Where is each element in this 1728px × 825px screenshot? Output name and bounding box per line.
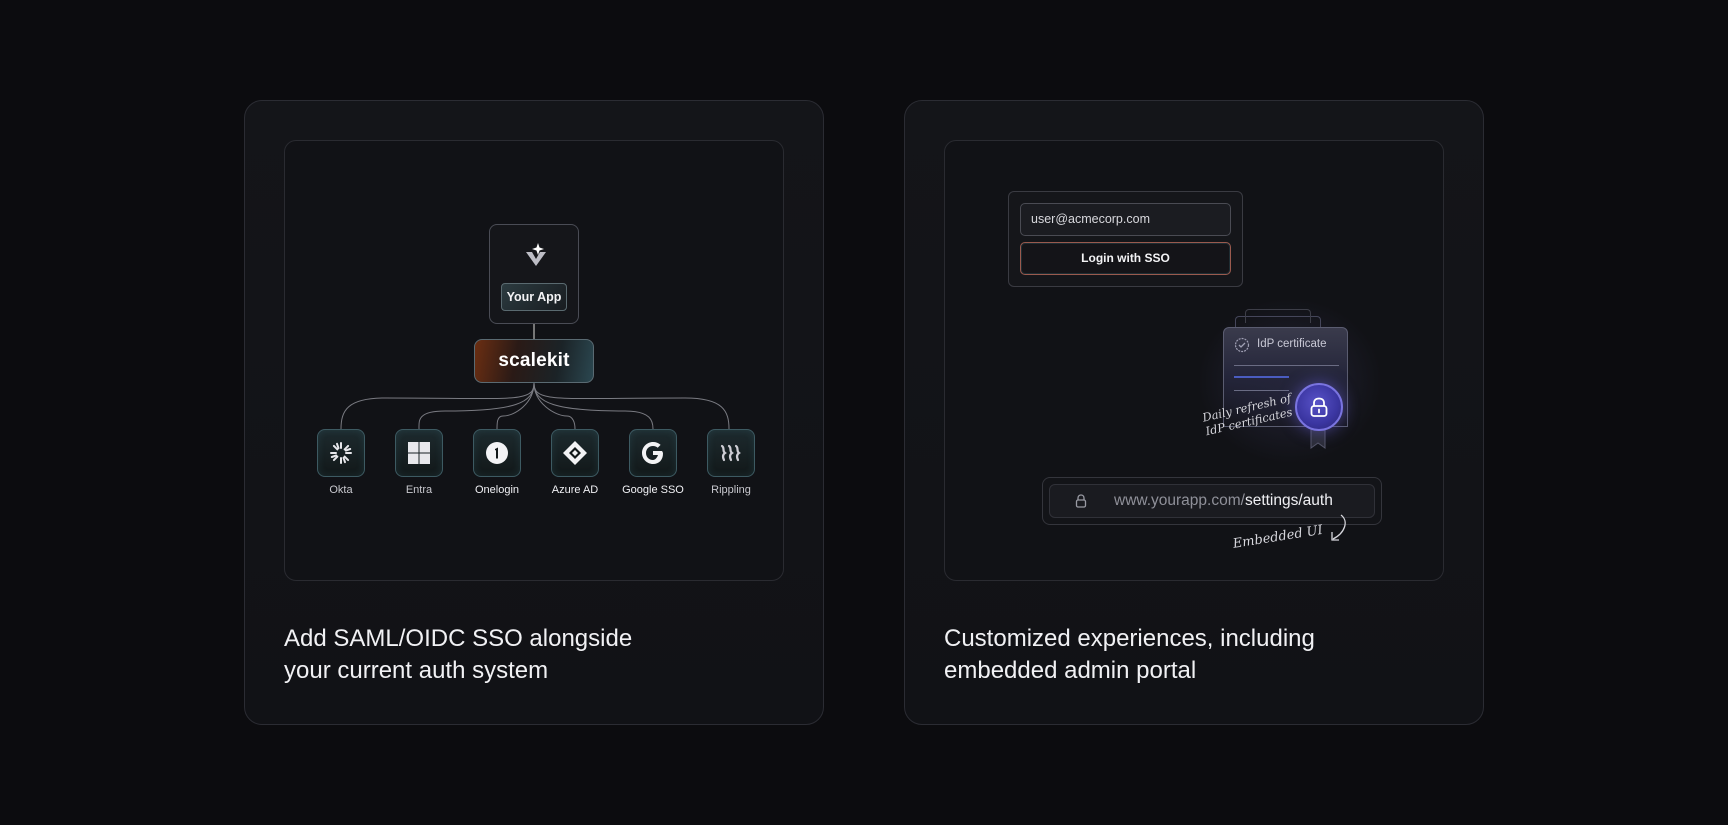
connector-line [533, 324, 535, 340]
provider-google-sso: Google SSO [613, 429, 693, 496]
url-path: settings/auth [1244, 492, 1333, 509]
email-field[interactable]: user@acmecorp.com [1020, 203, 1231, 236]
provider-entra: Entra [379, 429, 459, 496]
url-prefix: www.yourapp.com/ [1114, 492, 1245, 509]
provider-okta: Okta [301, 429, 381, 496]
lock-icon [1310, 397, 1328, 417]
entra-icon [408, 442, 430, 464]
app-logo-icon [526, 243, 546, 266]
certificate-seal-icon [1234, 337, 1250, 353]
certificate-line [1234, 390, 1289, 391]
sso-feature-card: Your App scalekit Okta Entra Onelogin Az… [244, 100, 824, 725]
lock-badge [1295, 383, 1343, 431]
okta-icon [330, 442, 352, 464]
certificate-title: IdP certificate [1257, 338, 1327, 350]
login-panel: user@acmecorp.com Login with SSO [1008, 191, 1243, 287]
admin-portal-illustration: user@acmecorp.com Login with SSO IdP cer… [944, 140, 1444, 581]
admin-portal-feature-card: user@acmecorp.com Login with SSO IdP cer… [904, 100, 1484, 725]
url-text: www.yourapp.com/settings/auth [1114, 492, 1333, 510]
feature-caption: Customized experiences, including embedd… [944, 625, 1315, 684]
certificate-stack [1245, 309, 1311, 323]
provider-onelogin: Onelogin [457, 429, 537, 496]
your-app-node: Your App [489, 224, 579, 324]
scalekit-node: scalekit [474, 339, 594, 383]
curved-arrow-icon [1331, 514, 1346, 541]
provider-name: Azure AD [551, 484, 599, 496]
google-icon [642, 442, 663, 464]
provider-name: Onelogin [474, 484, 520, 496]
onelogin-icon [486, 442, 508, 464]
azure-ad-icon [563, 441, 587, 465]
lock-icon [1075, 494, 1087, 508]
login-with-sso-button[interactable]: Login with SSO [1020, 242, 1231, 275]
provider-name: Rippling [711, 484, 751, 496]
provider-azure-ad: Azure AD [535, 429, 615, 496]
certificate-line [1234, 365, 1339, 366]
rippling-icon [720, 444, 741, 462]
provider-name: Entra [405, 484, 433, 496]
your-app-label: Your App [501, 283, 567, 311]
provider-name: Google SSO [622, 484, 684, 496]
embedded-ui-note: Embedded UI [1231, 522, 1324, 552]
provider-name: Okta [329, 484, 353, 496]
sso-diagram: Your App scalekit Okta Entra Onelogin Az… [284, 140, 784, 581]
certificate-line [1234, 376, 1289, 378]
provider-rippling: Rippling [691, 429, 771, 496]
feature-caption: Add SAML/OIDC SSO alongside your current… [284, 625, 633, 684]
